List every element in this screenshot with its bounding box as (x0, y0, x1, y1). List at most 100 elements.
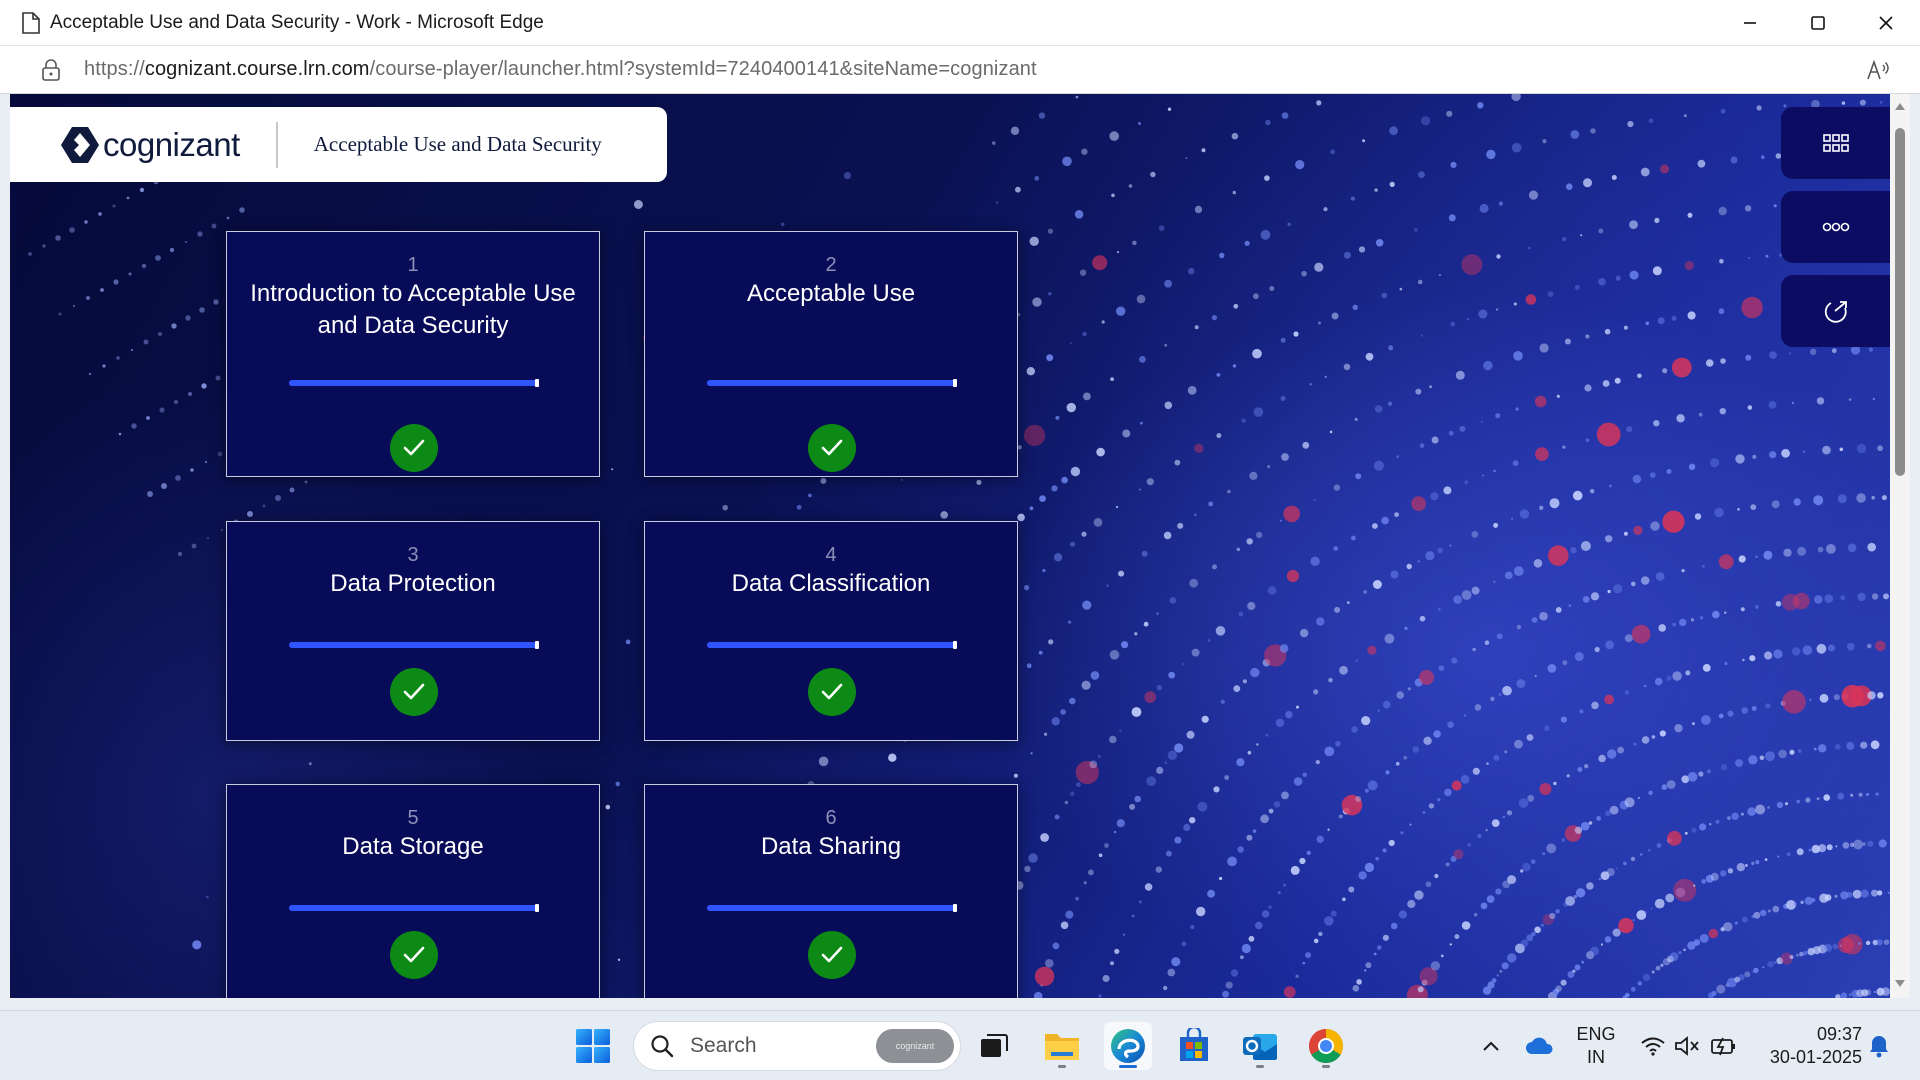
region-code: IN (1587, 1047, 1605, 1067)
module-card[interactable]: 5 Data Storage (226, 784, 600, 998)
url-field[interactable]: https://cognizant.course.lrn.com/course-… (84, 58, 1037, 81)
maximize-button[interactable] (1784, 0, 1852, 46)
background-particle (1765, 751, 1775, 762)
module-card[interactable]: 4 Data Classification (644, 521, 1018, 741)
exit-button[interactable] (1781, 275, 1890, 347)
background-particle (58, 312, 62, 316)
module-card[interactable]: 6 Data Sharing (644, 784, 1018, 998)
background-particle (213, 299, 219, 305)
close-button[interactable] (1852, 0, 1920, 46)
taskbar-chrome[interactable] (1302, 1022, 1350, 1070)
background-particle (1687, 212, 1693, 218)
background-particle (1871, 889, 1878, 897)
background-particle (1819, 693, 1829, 703)
background-particle (1872, 397, 1876, 401)
background-particle (1691, 722, 1695, 726)
background-particle (1813, 495, 1824, 506)
show-hidden-icons-button[interactable] (1478, 1011, 1504, 1080)
background-particle (1466, 317, 1470, 321)
background-particle (1434, 873, 1439, 879)
start-button[interactable] (569, 1022, 617, 1070)
search-icon (648, 1032, 676, 1060)
background-particle (1076, 782, 1081, 788)
background-particle (1431, 436, 1439, 444)
course-player: cognizant Acceptable Use and Data Securi… (10, 94, 1890, 998)
task-view-button[interactable] (970, 1022, 1018, 1070)
background-particle (1769, 451, 1777, 459)
lock-icon[interactable] (37, 56, 65, 84)
taskbar-outlook[interactable] (1236, 1022, 1284, 1070)
read-aloud-icon[interactable] (1864, 56, 1892, 84)
background-particle (1705, 359, 1714, 367)
minimize-button[interactable] (1716, 0, 1784, 46)
taskbar-store[interactable] (1170, 1022, 1218, 1070)
scroll-thumb[interactable] (1895, 128, 1905, 476)
scroll-down-icon[interactable] (1894, 978, 1906, 990)
background-particle (1417, 986, 1424, 993)
scroll-up-icon[interactable] (1894, 100, 1906, 112)
page-scrollbar[interactable] (1890, 94, 1910, 998)
background-particle (88, 372, 92, 376)
background-particle (1355, 659, 1359, 662)
background-particle (1453, 849, 1464, 860)
background-particle (1586, 882, 1594, 890)
background-particle (1546, 843, 1557, 854)
volume-muted-icon (1675, 1036, 1699, 1056)
background-particle (1738, 974, 1745, 981)
background-particle (1097, 755, 1101, 758)
system-clock[interactable]: 09:37 30-01-2025 (1752, 1023, 1862, 1069)
module-title: Acceptable Use (746, 280, 916, 307)
background-particle (1562, 660, 1568, 666)
background-particle (1631, 624, 1651, 644)
background-particle (1572, 490, 1583, 501)
taskbar-edge[interactable] (1104, 1022, 1152, 1070)
volume-button[interactable] (1672, 1011, 1702, 1080)
background-particle (1842, 842, 1850, 849)
background-particle (1411, 496, 1426, 512)
background-particle (1818, 844, 1827, 853)
wifi-button[interactable] (1638, 1011, 1668, 1080)
module-card[interactable]: 2 Acceptable Use (644, 231, 1018, 477)
background-particle (1583, 178, 1592, 188)
background-particle (1283, 505, 1300, 523)
onedrive-button[interactable] (1523, 1011, 1557, 1080)
background-particle (1374, 405, 1383, 413)
background-particle (1253, 407, 1264, 417)
taskbar-search[interactable]: Search cognizant (633, 1021, 961, 1071)
background-particle (1678, 951, 1682, 955)
background-particle (1463, 714, 1467, 717)
background-particle (1365, 352, 1374, 361)
background-particle (1681, 569, 1685, 573)
background-particle (1808, 848, 1812, 852)
background-particle (1256, 743, 1259, 746)
background-particle (1387, 401, 1393, 406)
notifications-button[interactable] (1864, 1011, 1894, 1080)
background-particle (1471, 531, 1479, 538)
module-title: Data Protection (330, 570, 496, 597)
search-placeholder: Search (690, 1034, 757, 1057)
more-options-button[interactable] (1781, 191, 1890, 263)
background-particle (1756, 105, 1762, 111)
menu-button[interactable] (1781, 107, 1890, 179)
module-card[interactable]: 1 Introduction to Acceptable Use and Data… (226, 231, 600, 477)
background-particle (1604, 936, 1612, 943)
taskbar-file-explorer[interactable] (1038, 1022, 1086, 1070)
language-indicator[interactable]: ENG IN (1570, 1023, 1622, 1069)
background-particle (1767, 806, 1770, 809)
background-particle (1163, 531, 1172, 540)
background-particle (1847, 543, 1857, 553)
background-particle (1528, 246, 1531, 250)
background-particle (191, 543, 197, 549)
background-particle (1547, 664, 1557, 673)
background-particle (1185, 157, 1188, 160)
module-card[interactable]: 3 Data Protection (226, 521, 600, 741)
background-particle (1782, 690, 1806, 714)
background-particle (1730, 156, 1738, 164)
module-title: Data Sharing (760, 833, 902, 860)
background-particle (1252, 829, 1257, 833)
background-particle (1110, 377, 1114, 381)
background-particle (1486, 149, 1496, 160)
background-particle (1299, 857, 1306, 865)
background-particle (143, 339, 149, 345)
battery-button[interactable] (1708, 1011, 1740, 1080)
